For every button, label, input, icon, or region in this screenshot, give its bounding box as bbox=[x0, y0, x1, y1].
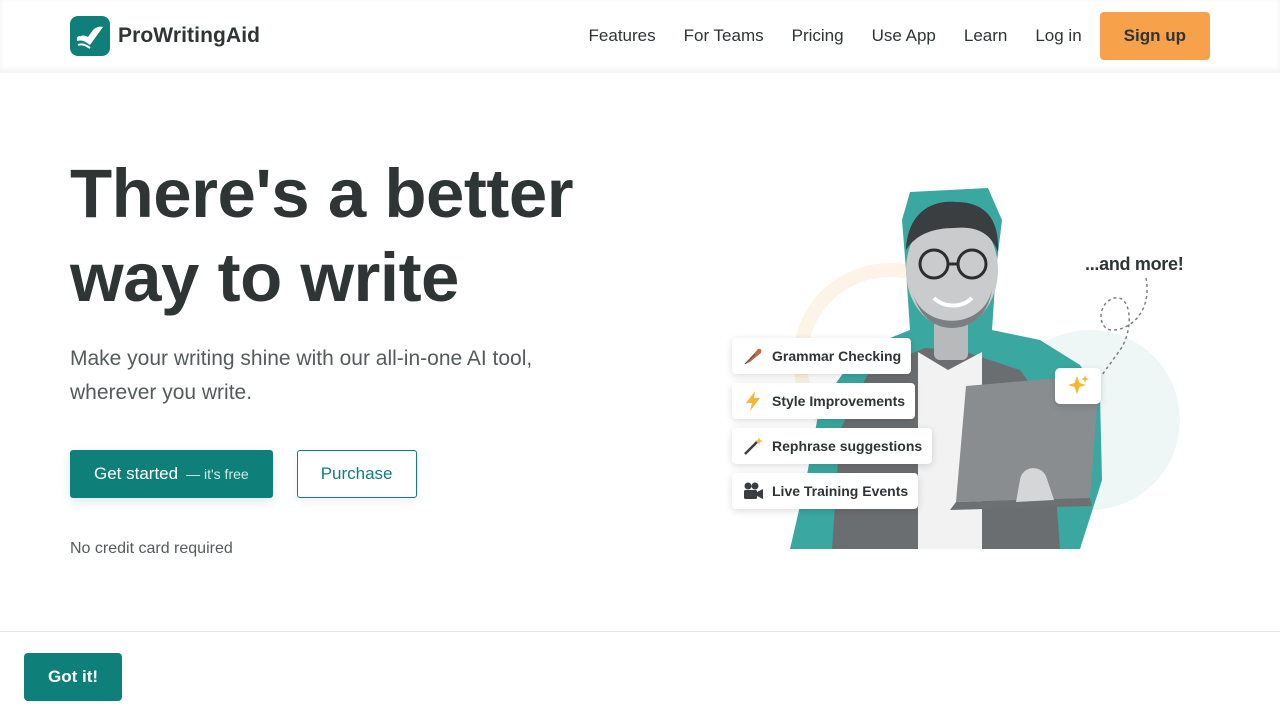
hero-subtitle-line-1: Make your writing shine with our all-in-… bbox=[70, 347, 533, 370]
login-link[interactable]: Log in bbox=[1035, 26, 1081, 46]
magic-wand-icon bbox=[742, 435, 764, 457]
logo-link[interactable]: ProWritingAid bbox=[70, 16, 260, 56]
feature-rephrase-suggestions: Rephrase suggestions bbox=[732, 428, 933, 464]
video-camera-icon bbox=[742, 480, 764, 502]
nav-pricing[interactable]: Pricing bbox=[792, 26, 844, 46]
hero-subtitle: Make your writing shine with our all-in-… bbox=[70, 342, 590, 410]
get-started-label: Get started bbox=[94, 464, 179, 483]
hero-title: There's a better way to write bbox=[70, 152, 630, 320]
nav-features[interactable]: Features bbox=[589, 26, 656, 46]
main-nav: Features For Teams Pricing Use App Learn… bbox=[589, 12, 1210, 60]
get-started-button[interactable]: Get started — it's free bbox=[70, 450, 273, 498]
sparkles-badge bbox=[1055, 368, 1101, 404]
feature-label: Live Training Events bbox=[772, 483, 909, 499]
cta-row: Get started — it's free Purchase bbox=[70, 450, 417, 498]
feature-live-training-events: Live Training Events bbox=[732, 473, 919, 509]
nav-use-app[interactable]: Use App bbox=[872, 26, 936, 46]
brand-name: ProWritingAid bbox=[118, 24, 261, 47]
feature-style-improvements: Style Improvements bbox=[732, 383, 916, 419]
feature-label: Grammar Checking bbox=[772, 348, 902, 364]
free-label: — it's free bbox=[186, 466, 249, 482]
sparkles-icon bbox=[1068, 375, 1089, 394]
hero-title-line-1: There's a better bbox=[70, 155, 574, 232]
purchase-button[interactable]: Purchase bbox=[296, 450, 417, 498]
hero-title-line-2: way to write bbox=[70, 239, 459, 316]
feature-label: Rephrase suggestions bbox=[772, 438, 923, 454]
prowritingaid-logo-icon bbox=[70, 16, 110, 56]
no-credit-card-note: No credit card required bbox=[70, 540, 233, 557]
and-more-label: ...and more! bbox=[1085, 254, 1184, 274]
lightning-icon bbox=[742, 390, 764, 412]
signup-button[interactable]: Sign up bbox=[1099, 12, 1210, 60]
hero-illustration: ...and more! Grammar Checking Style Impr… bbox=[720, 180, 1200, 550]
nav-for-teams[interactable]: For Teams bbox=[684, 26, 764, 46]
feather-icon bbox=[742, 345, 764, 367]
nav-learn[interactable]: Learn bbox=[964, 26, 1007, 46]
hero-subtitle-line-2: wherever you write. bbox=[70, 381, 253, 404]
got-it-button[interactable]: Got it! bbox=[24, 653, 123, 701]
feature-label: Style Improvements bbox=[772, 393, 906, 409]
cookie-banner: Got it! bbox=[0, 631, 1280, 720]
site-header: ProWritingAid Features For Teams Pricing… bbox=[0, 0, 1280, 72]
feature-grammar-checking: Grammar Checking bbox=[732, 338, 912, 374]
